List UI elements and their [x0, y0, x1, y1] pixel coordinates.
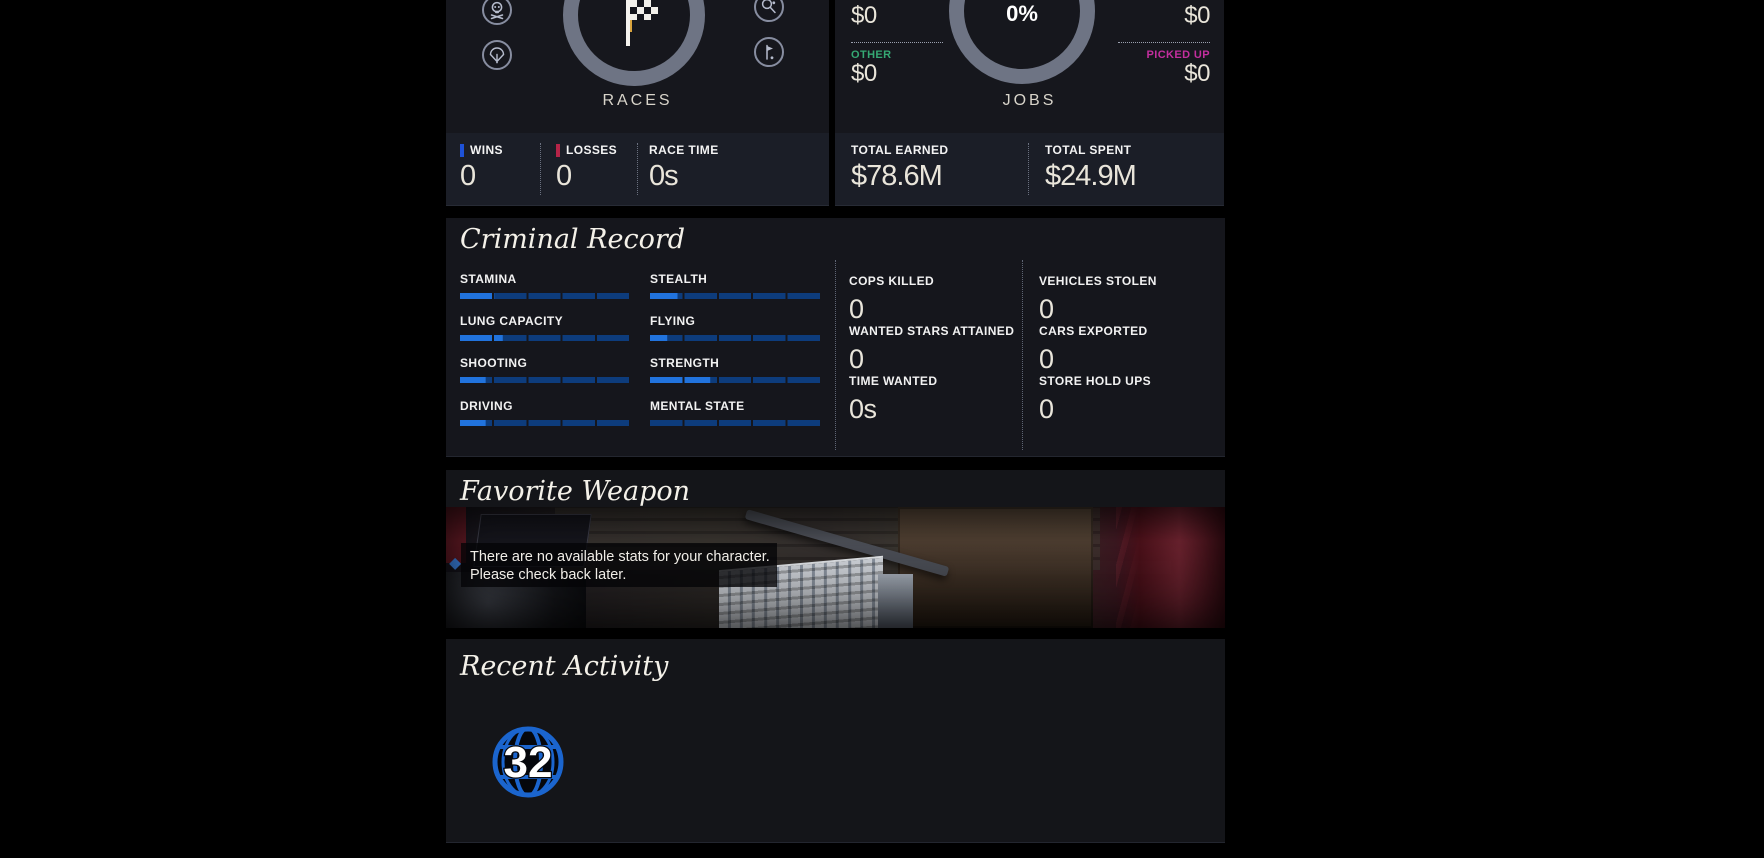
races-stats-row: WINS 0 LOSSES 0 RACE TIME 0s: [446, 133, 829, 206]
vehicles-stolen-stat: VEHICLES STOLEN 0: [1039, 274, 1204, 325]
races-donut-area: RACES: [446, 0, 829, 133]
race-time-value: 0s: [649, 160, 719, 193]
losses-value: 0: [556, 160, 617, 193]
deathmatch-skull-icon: [482, 0, 512, 25]
golf-flag-icon: [754, 37, 784, 67]
race-time-label: RACE TIME: [649, 143, 719, 157]
losses-marker: [556, 144, 560, 157]
no-stats-message: There are no available stats for your ch…: [461, 543, 777, 587]
recent-activity-title: Recent Activity: [460, 651, 668, 682]
skill-stamina: STAMINA: [460, 272, 631, 299]
recent-activity-panel: Recent Activity 32: [446, 639, 1225, 843]
losses-label: LOSSES: [566, 143, 617, 157]
wins-label: WINS: [470, 143, 503, 157]
jobs-right-top-value: $0: [1118, 2, 1210, 30]
jobs-left-top-value: $0: [851, 2, 943, 30]
tennis-racket-icon: [754, 0, 784, 22]
criminal-record-title: Criminal Record: [460, 224, 685, 255]
total-spent-stat: TOTAL SPENT $24.9M: [1045, 143, 1136, 193]
favorite-weapon-title: Favorite Weapon: [460, 476, 690, 507]
dotted-divider: [1118, 42, 1210, 43]
parachute-icon: [482, 40, 512, 70]
dotted-divider: [851, 42, 943, 43]
wanted-stars-stat: WANTED STARS ATTAINED 0: [849, 324, 1014, 375]
other-value: $0: [851, 60, 943, 88]
checkered-flag-icon: [612, 0, 660, 50]
skill-shooting: SHOOTING: [460, 356, 631, 383]
divider: [835, 260, 836, 450]
divider: [1028, 143, 1029, 195]
losses-stat: LOSSES 0: [556, 143, 617, 193]
rank-badge-number: 32: [504, 738, 553, 787]
skill-flying: FLYING: [650, 314, 822, 341]
jobs-stats-row: TOTAL EARNED $78.6M TOTAL SPENT $24.9M: [835, 133, 1224, 206]
races-panel: RACES WINS 0 LOSSES 0 RACE TIME 0s: [446, 0, 829, 205]
wins-value: 0: [460, 160, 503, 193]
cops-killed-stat: COPS KILLED 0: [849, 274, 1014, 325]
total-spent-value: $24.9M: [1045, 160, 1136, 193]
jobs-panel: 0% $0 OTHER $0 $0 PICKED UP $0 JOBS TOTA…: [835, 0, 1224, 205]
jobs-donut-area: 0% $0 OTHER $0 $0 PICKED UP $0 JOBS: [835, 0, 1224, 133]
favorite-weapon-image: There are no available stats for your ch…: [446, 507, 1225, 628]
rank-badge[interactable]: 32: [492, 726, 564, 798]
skill-lung-capacity: LUNG CAPACITY: [460, 314, 631, 341]
picked-up-value: $0: [1118, 60, 1210, 88]
time-wanted-stat: TIME WANTED 0s: [849, 374, 1014, 425]
store-hold-ups-stat: STORE HOLD UPS 0: [1039, 374, 1204, 425]
jobs-caption: JOBS: [835, 92, 1224, 110]
race-time-stat: RACE TIME 0s: [649, 143, 719, 193]
total-earned-stat: TOTAL EARNED $78.6M: [851, 143, 948, 193]
skill-driving: DRIVING: [460, 399, 631, 426]
divider: [1022, 260, 1023, 450]
total-earned-label: TOTAL EARNED: [851, 143, 948, 157]
divider: [637, 143, 638, 195]
total-earned-value: $78.6M: [851, 160, 948, 193]
skill-stealth: STEALTH: [650, 272, 822, 299]
jobs-percent: 0%: [982, 1, 1062, 27]
no-stats-message-line1: There are no available stats for your ch…: [470, 548, 777, 566]
skill-strength: STRENGTH: [650, 356, 822, 383]
cars-exported-stat: CARS EXPORTED 0: [1039, 324, 1204, 375]
races-caption: RACES: [446, 92, 829, 110]
gta-online-stats-page: RACES WINS 0 LOSSES 0 RACE TIME 0s 0%: [0, 0, 1764, 858]
favorite-weapon-panel: Favorite Weapon There are no available s…: [446, 470, 1225, 628]
criminal-record-panel: Criminal Record STAMINA STEALTH LUNG CAP…: [446, 218, 1225, 457]
no-stats-message-line2: Please check back later.: [470, 566, 777, 584]
total-spent-label: TOTAL SPENT: [1045, 143, 1131, 157]
skill-mental-state: MENTAL STATE: [650, 399, 822, 426]
wins-marker: [460, 144, 464, 157]
wins-stat: WINS 0: [460, 143, 503, 193]
divider: [540, 143, 541, 195]
